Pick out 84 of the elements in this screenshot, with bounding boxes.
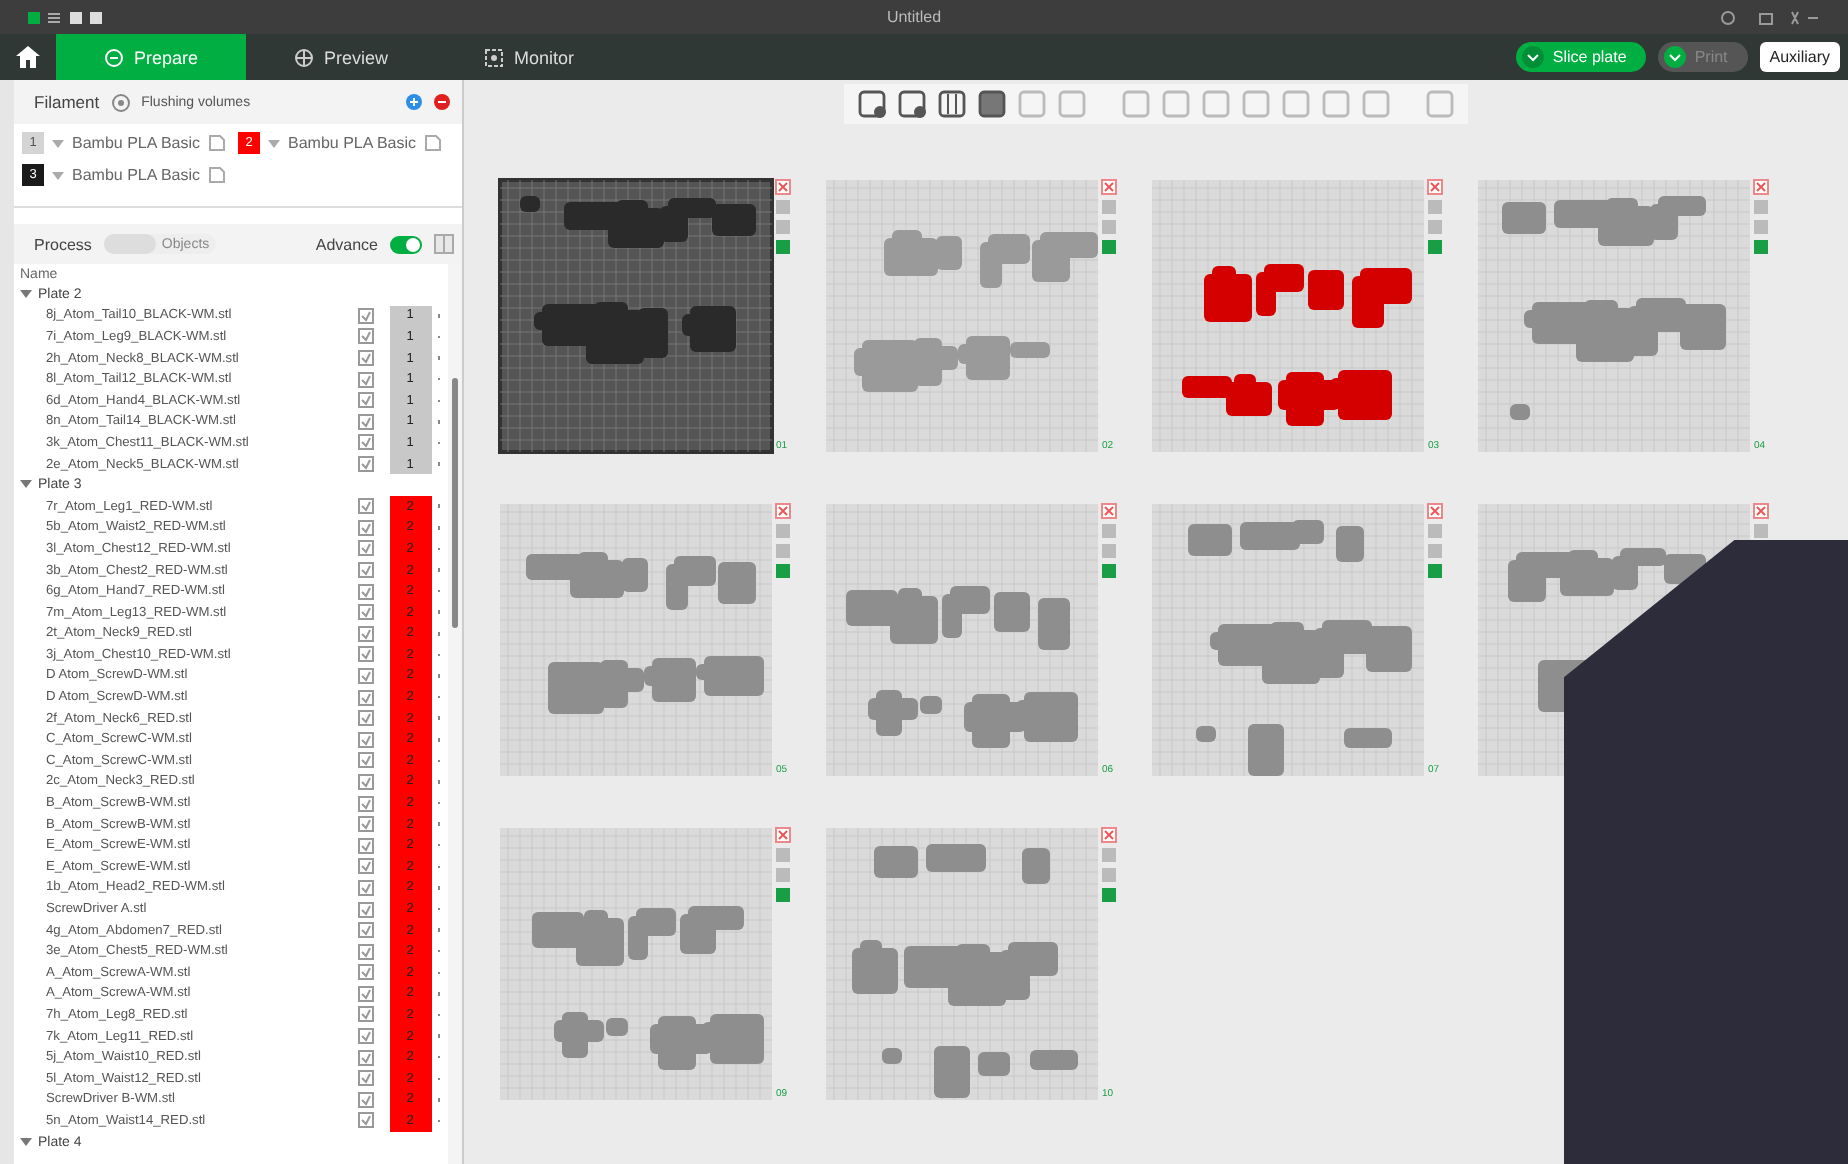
edit-icon[interactable] <box>357 1028 373 1045</box>
filament-dropdown[interactable]: Bambu PLA Basic <box>288 134 417 152</box>
caret-icon[interactable] <box>52 171 64 179</box>
edit-icon[interactable] <box>357 752 373 769</box>
edit-icon[interactable] <box>357 646 373 663</box>
add-plate-icon[interactable] <box>896 88 928 120</box>
close-plate-icon[interactable] <box>775 179 791 195</box>
edit-icon[interactable] <box>357 1006 373 1023</box>
edit-icon[interactable] <box>357 625 373 642</box>
edit-icon[interactable] <box>357 307 373 324</box>
edit-icon[interactable] <box>357 498 373 515</box>
home-icon[interactable] <box>16 46 40 68</box>
edit-icon[interactable] <box>357 371 373 388</box>
filament-dropdown[interactable]: Bambu PLA Basic <box>72 134 201 152</box>
edit-icon[interactable] <box>357 434 373 451</box>
advance-label: Advance <box>315 235 378 253</box>
edit-icon[interactable] <box>357 540 373 557</box>
edit-icon[interactable] <box>357 858 373 875</box>
edit-icon[interactable] <box>357 604 373 621</box>
scrollbar[interactable] <box>448 264 462 1164</box>
edit-icon[interactable] <box>357 583 373 600</box>
edit-icon[interactable] <box>357 985 373 1002</box>
settings-icon[interactable] <box>111 93 130 111</box>
edit-icon[interactable] <box>357 456 373 473</box>
close-plate-icon[interactable] <box>1753 179 1769 195</box>
arrange-icon[interactable] <box>936 88 968 120</box>
edit-icon[interactable] <box>357 1091 373 1108</box>
edit-icon[interactable] <box>357 667 373 684</box>
edit-icon[interactable] <box>357 943 373 960</box>
edit-icon[interactable] <box>357 922 373 939</box>
close-plate-icon[interactable] <box>1101 827 1117 843</box>
edit-icon[interactable] <box>357 1070 373 1087</box>
expand-icon[interactable] <box>20 480 32 491</box>
edit-icon[interactable] <box>357 1112 373 1129</box>
edit-icon[interactable] <box>357 519 373 536</box>
advance-toggle[interactable] <box>390 235 422 253</box>
close-plate-icon[interactable] <box>1427 503 1443 519</box>
edit-icon[interactable] <box>357 689 373 706</box>
layout-icon[interactable] <box>434 234 454 254</box>
tab-icon <box>294 47 315 67</box>
edit-icon[interactable] <box>357 392 373 409</box>
close-plate-icon[interactable] <box>775 503 791 519</box>
scrollbar-thumb[interactable] <box>452 378 458 628</box>
edit-icon[interactable] <box>357 901 373 918</box>
dropdown-icon <box>1664 46 1687 68</box>
remove-icon[interactable] <box>434 94 450 110</box>
edit-icon[interactable] <box>357 795 373 812</box>
edit-icon[interactable] <box>357 1049 373 1066</box>
mode-tab[interactable]: Preview <box>246 34 437 80</box>
process-title: Process <box>34 235 92 253</box>
edit-icon[interactable] <box>357 731 373 748</box>
orient-icon[interactable] <box>976 88 1008 120</box>
edit-icon[interactable] <box>357 964 373 981</box>
mode-tab[interactable]: Monitor <box>436 34 623 80</box>
edit-icon[interactable] <box>357 837 373 854</box>
close-plate-icon[interactable] <box>1427 179 1443 195</box>
close-plate-icon[interactable] <box>775 827 791 843</box>
caret-icon[interactable] <box>52 139 64 147</box>
filament-title: Filament <box>34 92 100 112</box>
edit-icon[interactable] <box>357 816 373 833</box>
edit-icon[interactable] <box>357 350 373 367</box>
expand-icon[interactable] <box>20 289 32 300</box>
close-plate-icon[interactable] <box>1101 503 1117 519</box>
edit-icon[interactable] <box>357 710 373 727</box>
edit-icon[interactable] <box>357 328 373 345</box>
edit-icon[interactable] <box>357 413 373 430</box>
close-plate-icon[interactable] <box>1101 179 1117 195</box>
tab-icon <box>104 47 124 67</box>
caret-icon[interactable] <box>268 139 280 147</box>
quick-access-icons <box>28 9 108 25</box>
edit-icon[interactable] <box>357 879 373 896</box>
tab-icon <box>484 47 505 67</box>
expand-icon[interactable] <box>20 1137 32 1148</box>
close-plate-icon[interactable] <box>1753 503 1769 519</box>
add-cube-icon[interactable] <box>856 88 888 120</box>
auxiliary-button[interactable]: Auxiliary <box>1759 42 1840 72</box>
edit-icon[interactable] <box>424 134 443 152</box>
filament-dropdown[interactable]: Bambu PLA Basic <box>72 166 201 184</box>
window-title: Untitled <box>884 8 944 26</box>
edit-icon[interactable] <box>357 562 373 579</box>
window-controls-icon <box>1720 9 1820 25</box>
edit-icon[interactable] <box>357 773 373 790</box>
dropdown-icon <box>1522 46 1545 68</box>
add-icon[interactable] <box>406 94 422 110</box>
